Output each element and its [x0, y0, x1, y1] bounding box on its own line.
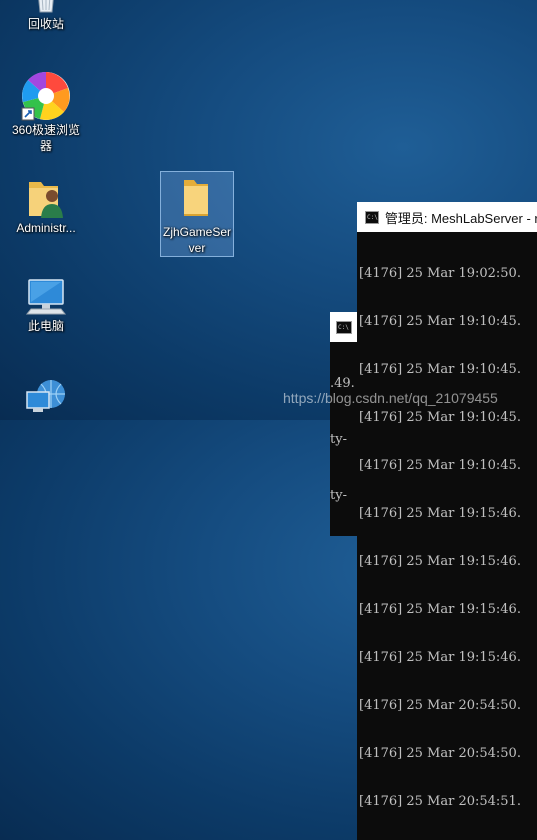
cmd-window-background-output: .49. ty- ty- — [330, 342, 360, 536]
cmd-window-background[interactable]: C:\ .49. ty- ty- — [330, 312, 360, 536]
console-line: [4176] 25 Mar 19:02:50. — [359, 266, 521, 281]
cmd-window-meshlabserver[interactable]: C:\ 管理员: MeshLabServer - r [4176] 25 Mar… — [357, 202, 537, 840]
desktop-icon-label: 360极速浏览器 — [11, 123, 81, 153]
360-browser-icon — [21, 71, 70, 121]
cmd-window-titlebar[interactable]: C:\ 管理员: MeshLabServer - r — [357, 202, 537, 232]
console-line: ty- — [330, 488, 347, 503]
console-line: [4176] 25 Mar 20:54:50. — [359, 698, 521, 713]
console-line: [4176] 25 Mar 19:10:45. — [359, 410, 521, 425]
console-line: [4176] 25 Mar 19:15:46. — [359, 506, 521, 521]
console-line: [4176] 25 Mar 19:10:45. — [359, 458, 521, 473]
desktop-icon-360-browser[interactable]: 360极速浏览器 — [8, 70, 84, 160]
cmd-icon: C:\ — [336, 320, 352, 334]
desktop-icon-label: Administr... — [16, 221, 76, 235]
console-line: .49. — [330, 376, 355, 391]
folder-icon — [184, 180, 208, 216]
console-line: [4176] 25 Mar 19:15:46. — [359, 602, 521, 617]
console-line: [4176] 25 Mar 19:15:46. — [359, 554, 521, 569]
console-line: ty- — [330, 432, 347, 447]
user-folder-icon — [29, 182, 63, 218]
console-line: [4176] 25 Mar 20:54:50. — [359, 746, 521, 761]
desktop-icon-recycle-bin[interactable]: 回收站 — [8, 0, 84, 38]
cmd-icon: C:\ — [365, 210, 379, 224]
desktop-icon-label: ZjhGameServer — [162, 225, 232, 255]
console-line: [4176] 25 Mar 19:10:45. — [359, 314, 521, 329]
cmd-window-title: 管理员: MeshLabServer - r — [384, 210, 537, 226]
console-line: [4176] 25 Mar 19:10:45. — [359, 362, 521, 377]
console-line: [4176] 25 Mar 19:15:46. — [359, 650, 521, 665]
desktop-icon-label: 此电脑 — [27, 319, 64, 333]
desktop-icon-this-pc[interactable]: 此电脑 — [8, 278, 84, 342]
recycle-bin-icon — [38, 0, 54, 13]
computer-icon — [25, 279, 67, 315]
network-icon — [26, 380, 65, 412]
desktop-icon-administrator[interactable]: Administr... — [8, 176, 84, 240]
desktop-icon-network[interactable] — [8, 376, 84, 420]
desktop-icon-label: 回收站 — [27, 17, 64, 31]
console-line: [4176] 25 Mar 20:54:51. — [359, 794, 521, 809]
cmd-window-background-titlebar[interactable]: C:\ — [330, 312, 360, 342]
cmd-window-output: [4176] 25 Mar 19:02:50. [4176] 25 Mar 19… — [357, 232, 537, 840]
desktop-icon-zjhgameserver[interactable]: ZjhGameServer — [160, 171, 234, 257]
